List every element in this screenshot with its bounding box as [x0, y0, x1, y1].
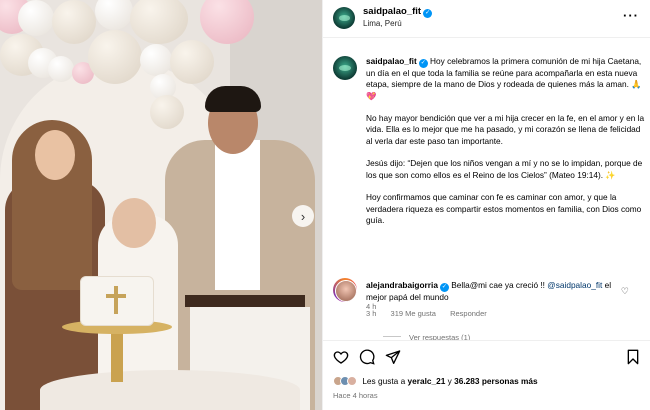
more-options-icon[interactable]: ···	[623, 8, 639, 23]
verified-badge-icon: ✓	[439, 283, 449, 292]
comment-heart-icon[interactable]: ♡	[621, 286, 629, 297]
caption-username[interactable]: saidpalao_fit	[366, 56, 417, 66]
cross-icon	[114, 286, 118, 314]
comment-text-start: Bella@mi cae ya creció !!	[451, 280, 548, 290]
cross-icon-bar	[106, 294, 126, 298]
post-details-panel: saidpalao_fit ✓ Lima, Perú ··· saidpalao_…	[322, 0, 650, 410]
balloon	[52, 0, 96, 44]
comment-icon[interactable]	[357, 347, 377, 367]
post-header: saidpalao_fit ✓ Lima, Perú ···	[323, 0, 650, 38]
caption-paragraph-2: No hay mayor bendición que ver a mi hija…	[366, 113, 645, 146]
man-hair	[205, 86, 261, 112]
likes-summary: Les gusta a yeralc_21 y 36.283 personas …	[333, 376, 538, 386]
balloon	[150, 95, 184, 129]
author-username[interactable]: saidpalao_fit	[363, 6, 421, 17]
balloon	[95, 0, 133, 30]
balloon	[88, 30, 142, 84]
caption-paragraph-4: Hoy confirmamos que caminar con fe es ca…	[366, 192, 642, 225]
share-icon[interactable]	[383, 347, 403, 367]
party-table	[40, 370, 300, 410]
caption-author-avatar[interactable]	[333, 56, 357, 80]
comment-text: alejandrabaigorria ✓ Bella@mi cae ya crec…	[366, 280, 621, 303]
comment-time: 3 h	[366, 309, 377, 318]
likes-prefix: Les gusta a	[362, 376, 408, 386]
balloon	[130, 0, 188, 44]
woman-face	[35, 130, 75, 180]
post-timestamp: Hace 4 horas	[333, 391, 378, 400]
balloon	[18, 0, 54, 36]
man-shirt	[215, 140, 260, 290]
balloon	[140, 44, 172, 76]
comment-reply-button[interactable]: Responder	[450, 309, 487, 318]
man-belt	[185, 295, 305, 307]
commenter-avatar[interactable]	[333, 278, 357, 302]
likes-mid: y	[445, 376, 455, 386]
caption-paragraph-3: Jesús dijo: “Dejen que los niños vengan …	[366, 158, 643, 180]
balloon	[48, 56, 74, 82]
comment-likes-count[interactable]: 319 Me gusta	[391, 309, 436, 318]
chevron-right-icon[interactable]: ›	[292, 205, 314, 227]
post-actions-bar: Les gusta a yeralc_21 y 36.283 personas …	[323, 340, 650, 410]
likes-count[interactable]: 36.283 personas más	[454, 376, 537, 386]
author-avatar[interactable]	[333, 7, 355, 29]
liker-avatar	[347, 376, 357, 386]
bookmark-icon[interactable]	[623, 347, 643, 367]
comment-meta: 3 h 319 Me gusta Responder	[366, 309, 499, 318]
post-location[interactable]: Lima, Perú	[363, 19, 402, 28]
comment-mention-link[interactable]: @saidpalao_fit	[547, 280, 602, 290]
commenter-username[interactable]: alejandrabaigorria	[366, 280, 438, 290]
verified-badge-icon: ✓	[423, 9, 433, 18]
verified-badge-icon: ✓	[418, 59, 428, 68]
caption-text: saidpalao_fit ✓ Hoy celebramos la primera…	[366, 56, 646, 237]
girl-face-blurred	[112, 198, 156, 248]
balloon	[170, 40, 214, 84]
heart-icon[interactable]	[331, 347, 351, 367]
liker-username[interactable]: yeralc_21	[408, 376, 446, 386]
cake-stand-pole	[111, 332, 123, 382]
post-photo[interactable]: ›	[0, 0, 322, 410]
